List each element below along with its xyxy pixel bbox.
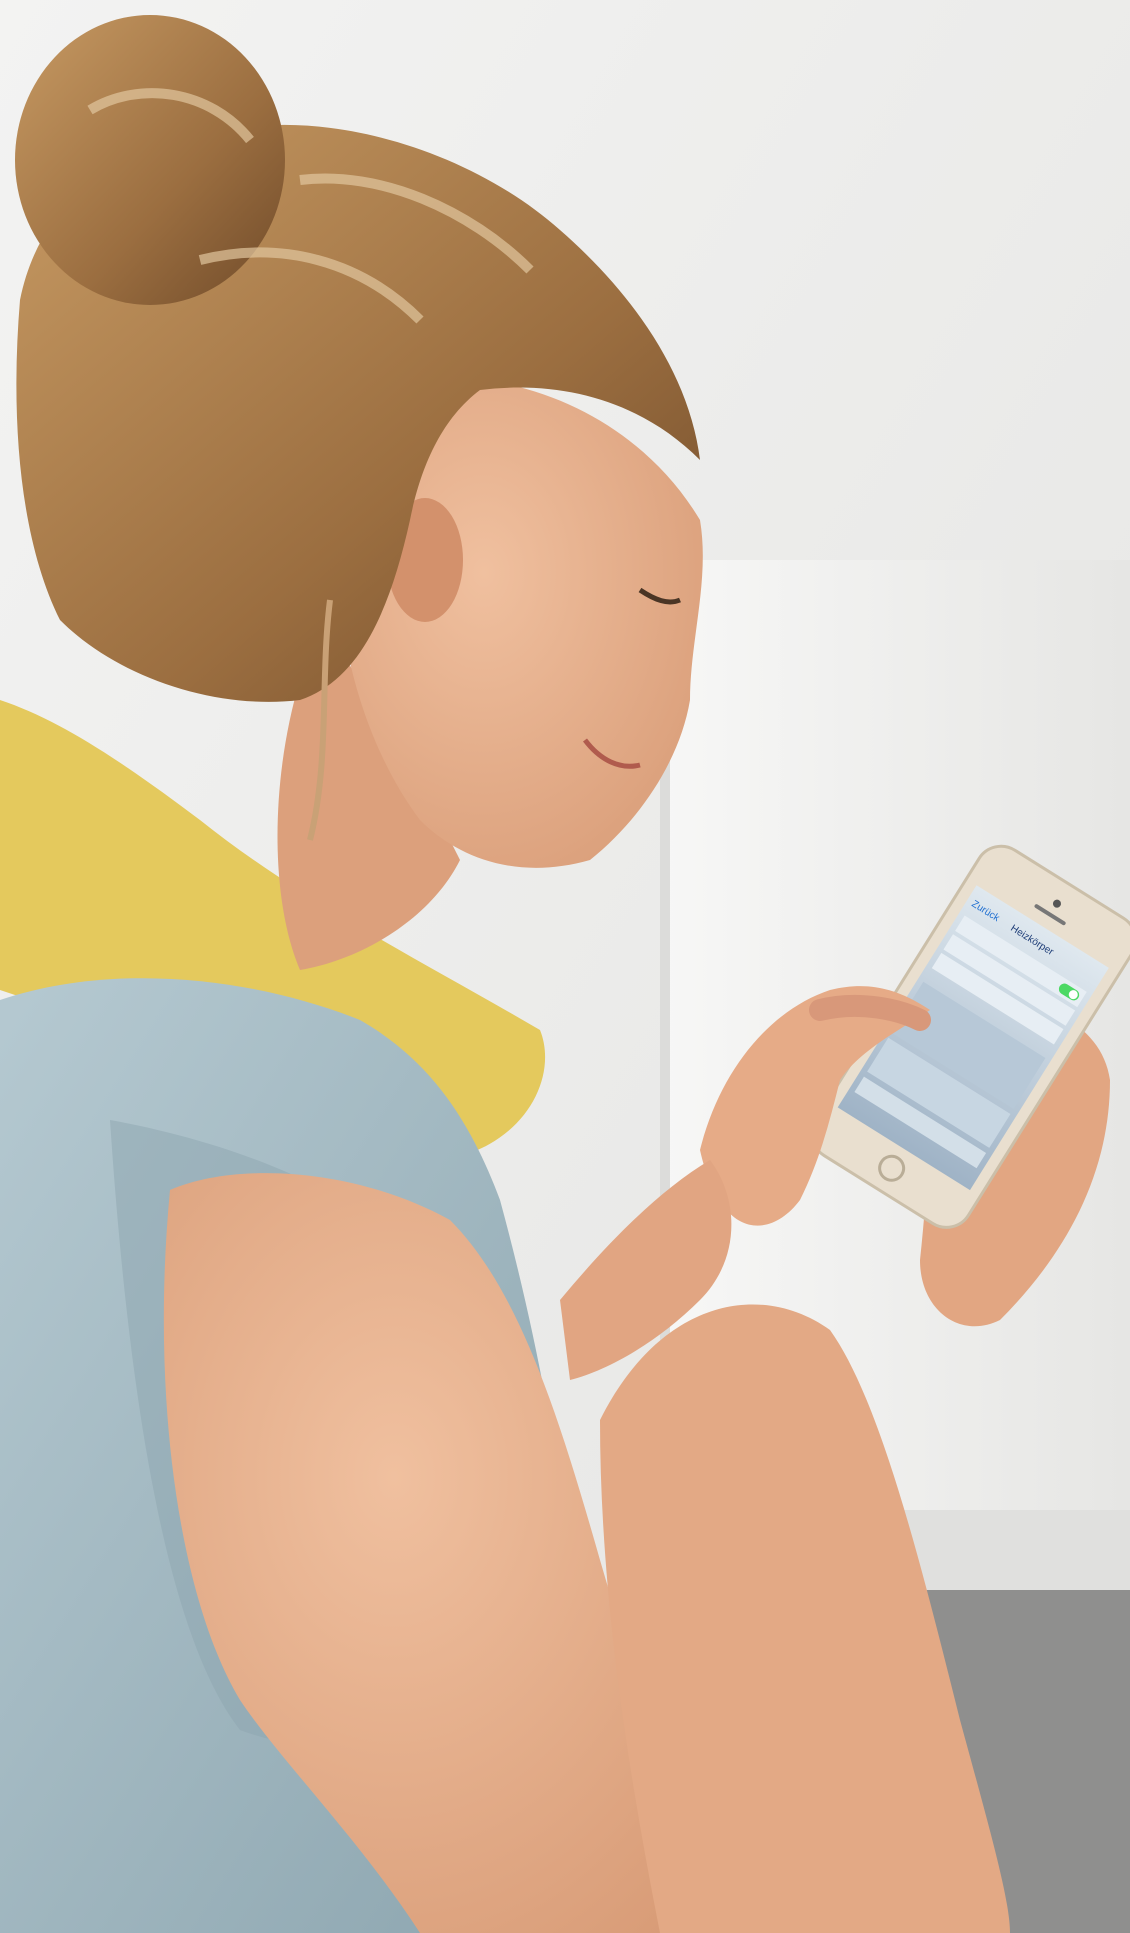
hair-bun [15, 15, 285, 305]
photo-illustration: Zurück Heizkörper [0, 0, 1130, 1933]
photo-scene: Zurück Heizkörper [0, 0, 1130, 1933]
